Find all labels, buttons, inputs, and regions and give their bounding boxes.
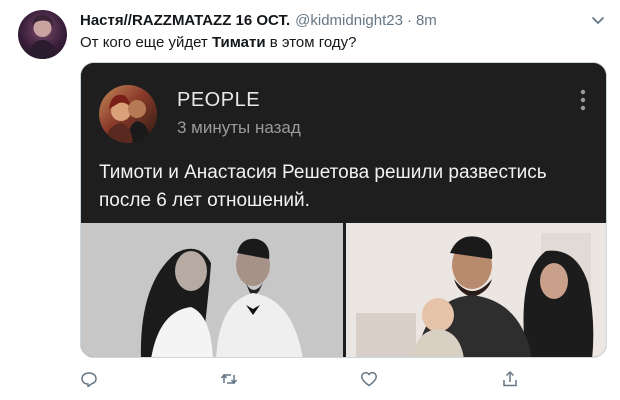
share-icon[interactable] [501,370,519,388]
like-icon[interactable] [360,370,378,388]
caret-down-icon[interactable] [590,12,606,28]
avatar[interactable] [18,10,67,59]
source-name: PEOPLE [177,89,261,111]
card-header-panel: PEOPLE 3 минуты назад Тимоти и Анастасия… [81,63,606,223]
tweet-text: От кого еще уйдет Тимати в этом году? [80,34,357,51]
tweet-text-part: От кого еще уйдет [80,34,212,51]
reply-icon[interactable] [80,370,98,388]
photo-couple [81,223,343,357]
tweet-actions [80,370,580,390]
card-headline: Тимоти и Анастасия Решетова решили разве… [99,162,547,211]
source-time: 3 минуты назад [177,118,301,137]
user-handle[interactable]: @kidmidnight23 [295,12,403,29]
tweet[interactable]: Настя//RAZZMATAZZ 16 ОСТ. @kidmidnight23… [0,0,620,400]
display-name[interactable]: Настя//RAZZMATAZZ 16 ОСТ. [80,12,290,29]
timestamp[interactable]: 8m [416,12,437,29]
kebab-menu-icon[interactable] [580,89,586,111]
tweet-header: Настя//RAZZMATAZZ 16 ОСТ. @kidmidnight23… [80,10,437,30]
source-avatar [99,85,157,143]
tweet-text-bold: Тимати [211,34,266,51]
media-card[interactable]: PEOPLE 3 минуты назад Тимоти и Анастасия… [80,62,607,358]
tweet-text-part: в этом году? [265,34,357,51]
photo-family [346,223,606,357]
retweet-icon[interactable] [220,370,238,388]
separator-dot: · [406,11,412,29]
